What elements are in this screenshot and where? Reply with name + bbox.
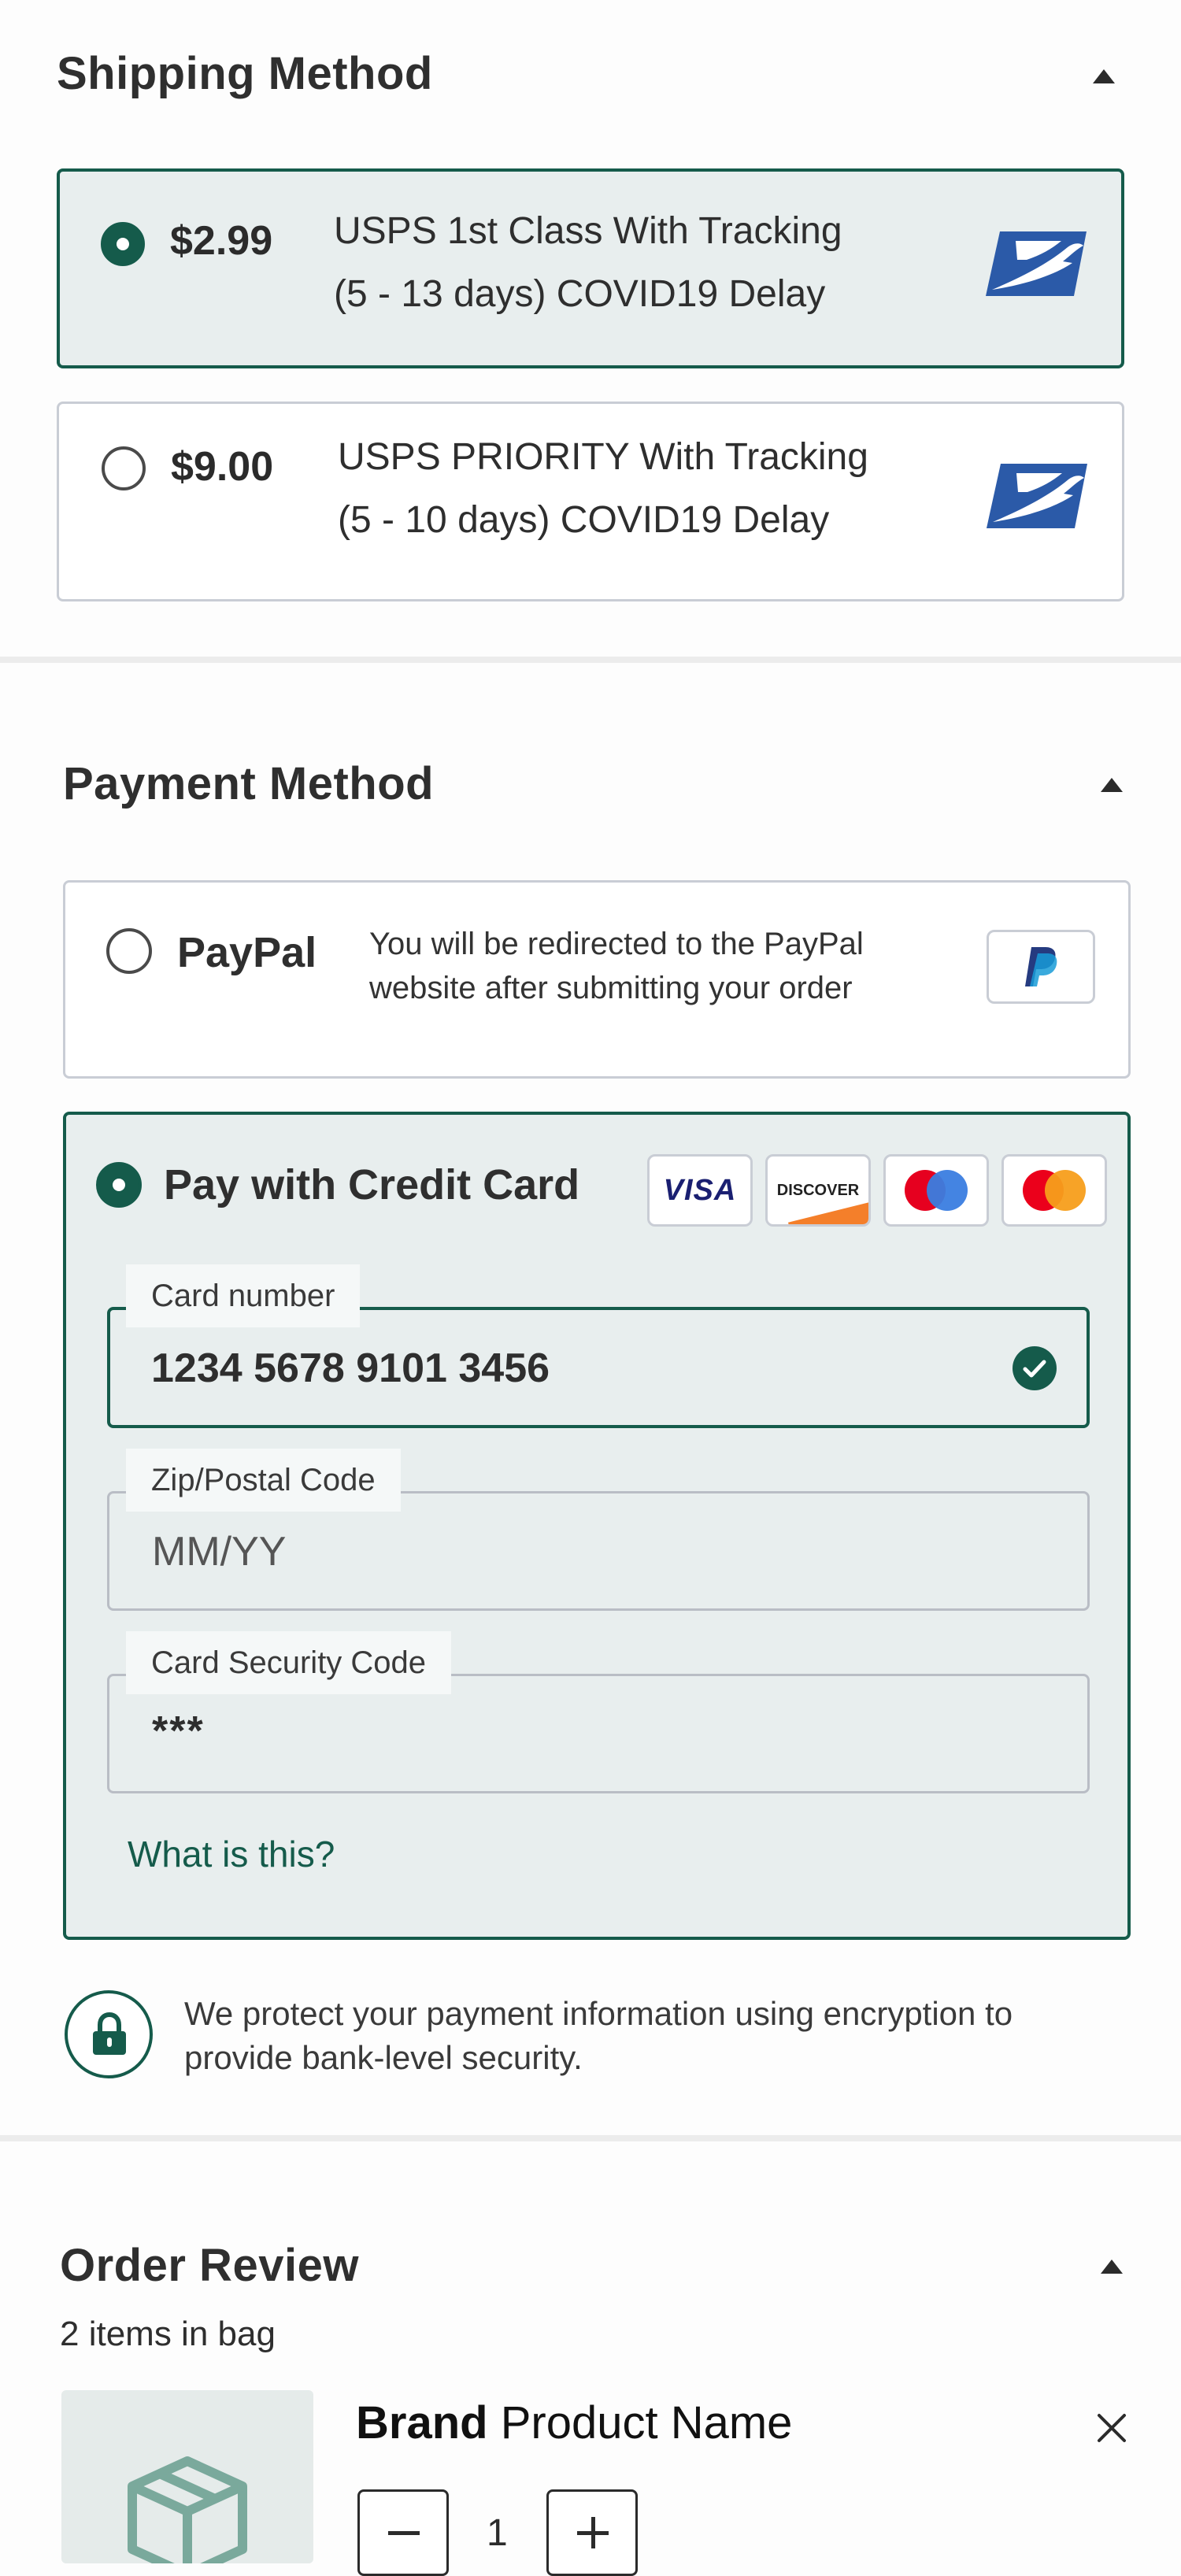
section-divider: [0, 657, 1181, 663]
card-number-label: Card number: [126, 1264, 361, 1327]
shipping-option-usps-first-class[interactable]: $2.99 USPS 1st Class With Tracking (5 - …: [57, 168, 1124, 368]
payment-option-credit-card[interactable]: Pay with Credit Card VISA DISCOVER 1234 …: [63, 1112, 1131, 1940]
visa-logo-icon: VISA: [663, 1173, 737, 1207]
box-icon: [128, 2456, 247, 2563]
paypal-logo-badge: [987, 930, 1095, 1004]
order-collapse-caret-icon[interactable]: [1101, 2260, 1123, 2274]
product-image: [61, 2390, 313, 2563]
maestro-logo-icon: [905, 1170, 968, 1211]
payment-option-paypal[interactable]: PayPal You will be redirected to the Pay…: [63, 880, 1131, 1079]
payment-collapse-caret-icon[interactable]: [1101, 778, 1123, 792]
valid-check-icon: [1013, 1346, 1057, 1390]
shipping-radio-unselected[interactable]: [102, 446, 146, 490]
section-divider: [0, 2135, 1181, 2141]
order-review-title: Order Review: [60, 2240, 359, 2291]
security-note-line1: We protect your payment information usin…: [184, 1995, 1013, 2032]
quantity-value: 1: [487, 2512, 508, 2554]
paypal-description-line2: website after submitting your order: [369, 971, 853, 1005]
shipping-price: $9.00: [171, 444, 274, 490]
paypal-radio-unselected[interactable]: [106, 928, 152, 974]
usps-eagle-logo-icon: [987, 464, 1087, 528]
shipping-description-line1: USPS 1st Class With Tracking: [334, 210, 842, 252]
bag-item-count: 2 items in bag: [60, 2315, 276, 2353]
visa-card-badge: VISA: [647, 1154, 753, 1227]
usps-eagle-logo-icon: [986, 231, 1087, 296]
security-lock-badge: [65, 1990, 153, 2078]
paypal-logo-icon: [1025, 947, 1057, 986]
mastercard-logo-icon: [1023, 1170, 1086, 1211]
discover-card-badge: DISCOVER: [765, 1154, 871, 1227]
product-title: Brand Product Name: [356, 2396, 792, 2449]
card-number-value: 1234 5678 9101 3456: [151, 1345, 550, 1391]
credit-card-radio-selected[interactable]: [96, 1162, 142, 1208]
credit-card-label: Pay with Credit Card: [164, 1161, 580, 1208]
shipping-collapse-caret-icon[interactable]: [1093, 69, 1115, 83]
what-is-this-link[interactable]: What is this?: [128, 1833, 335, 1875]
zip-postal-code-placeholder: MM/YY: [152, 1529, 287, 1575]
shipping-option-usps-priority[interactable]: $9.00 USPS PRIORITY With Tracking (5 - 1…: [57, 402, 1124, 601]
discover-logo-icon: DISCOVER: [776, 1181, 860, 1199]
card-security-code-label: Card Security Code: [126, 1631, 452, 1694]
mastercard-card-badge: [1001, 1154, 1107, 1227]
shipping-description-line1: USPS PRIORITY With Tracking: [338, 436, 868, 478]
shipping-description-line2: (5 - 10 days) COVID19 Delay: [338, 499, 830, 541]
product-name: Product Name: [500, 2397, 793, 2448]
paypal-label: PayPal: [177, 929, 317, 976]
quantity-increase-button[interactable]: [546, 2489, 638, 2576]
maestro-card-badge: [883, 1154, 989, 1227]
paypal-description-line1: You will be redirected to the PayPal: [369, 927, 864, 961]
shipping-price: $2.99: [170, 218, 273, 264]
lock-icon: [93, 2012, 126, 2055]
product-brand: Brand: [356, 2397, 488, 2448]
shipping-radio-selected[interactable]: [101, 222, 145, 266]
minus-icon: [388, 2531, 420, 2535]
zip-postal-code-label: Zip/Postal Code: [126, 1449, 401, 1512]
card-security-code-value: ***: [152, 1708, 205, 1754]
shipping-description-line2: (5 - 13 days) COVID19 Delay: [334, 273, 826, 315]
shipping-method-title: Shipping Method: [57, 48, 433, 99]
security-note-line2: provide bank-level security.: [184, 2039, 583, 2076]
remove-item-close-icon[interactable]: [1096, 2412, 1127, 2444]
quantity-decrease-button[interactable]: [357, 2489, 449, 2576]
payment-method-title: Payment Method: [63, 758, 435, 809]
